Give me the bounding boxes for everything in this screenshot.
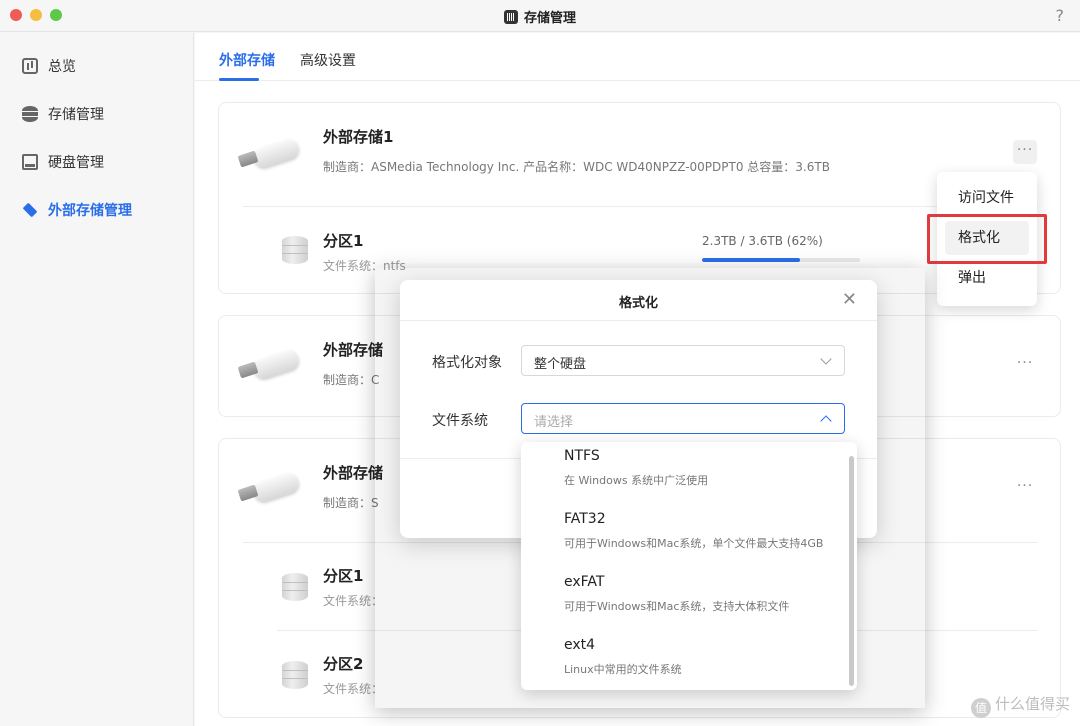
usb-drive-image xyxy=(237,470,301,504)
device-name: 外部存储1 xyxy=(323,128,394,146)
tab-external-storage[interactable]: 外部存储 xyxy=(219,50,275,70)
help-icon[interactable]: ? xyxy=(1056,6,1065,25)
chart-icon xyxy=(22,58,38,74)
partition-name: 分区1 xyxy=(323,232,364,250)
partition-disk-icon xyxy=(282,661,308,689)
device-name: 外部存储 xyxy=(323,464,384,482)
dialog-title: 格式化 xyxy=(618,296,658,311)
device-name: 外部存储 xyxy=(323,341,384,359)
tab-bar: 外部存储 高级设置 xyxy=(195,33,1080,81)
partition-filesystem: 文件系统： xyxy=(323,682,384,696)
divider xyxy=(243,206,1038,207)
more-options-button[interactable]: ··· xyxy=(1013,476,1037,500)
menu-item-eject[interactable]: 弹出 xyxy=(945,261,1029,295)
sidebar-item-disks[interactable]: 硬盘管理 xyxy=(22,150,104,174)
sidebar: 总览 存储管理 硬盘管理 外部存储管理 xyxy=(0,33,194,726)
chevron-down-icon xyxy=(820,353,832,365)
window-title: 存储管理 xyxy=(0,7,1080,26)
sidebar-item-storage[interactable]: 存储管理 xyxy=(22,102,104,126)
usb-icon xyxy=(22,202,38,218)
device-meta: 制造商：S xyxy=(323,496,379,510)
usb-drive-image xyxy=(237,347,301,381)
filesystem-option-ntfs[interactable]: NTFS 在 Windows 系统中广泛使用 xyxy=(521,442,851,505)
more-options-button[interactable]: ··· xyxy=(1013,353,1037,377)
partition-filesystem: 文件系统： xyxy=(323,594,384,608)
device-card: 外部存储1 制造商：ASMedia Technology Inc. 产品名称：W… xyxy=(218,102,1061,294)
partition-disk-icon xyxy=(282,573,308,601)
disk-icon xyxy=(22,154,38,170)
chevron-up-icon xyxy=(820,415,832,427)
format-target-label: 格式化对象 xyxy=(432,355,502,371)
partition-usage-bar xyxy=(702,258,860,262)
partition-disk-icon xyxy=(282,236,308,264)
title-bar: 存储管理 ? xyxy=(0,0,1080,32)
tab-advanced-settings[interactable]: 高级设置 xyxy=(300,50,356,70)
partition-usage-text: 2.3TB / 3.6TB (62%) xyxy=(702,234,823,248)
sidebar-item-external-storage[interactable]: 外部存储管理 xyxy=(22,198,132,222)
active-tab-indicator xyxy=(219,78,259,81)
more-options-button[interactable]: ··· xyxy=(1013,140,1037,164)
close-icon[interactable]: ✕ xyxy=(842,289,857,310)
watermark: 值什么值得买 xyxy=(970,693,1070,718)
device-meta: 制造商：C xyxy=(323,373,380,387)
filesystem-option-fat32[interactable]: FAT32 可用于Windows和Mac系统，单个文件最大支持4GB xyxy=(521,505,851,568)
highlight-annotation-box xyxy=(927,214,1047,264)
app-icon xyxy=(503,10,518,24)
usage-bar-fill xyxy=(702,258,800,262)
filesystem-label: 文件系统 xyxy=(432,413,488,429)
menu-item-open-files[interactable]: 访问文件 xyxy=(945,181,1029,215)
watermark-badge-icon: 值 xyxy=(970,698,991,718)
usb-drive-image xyxy=(237,136,301,170)
filesystem-option-ext4[interactable]: ext4 Linux中常用的文件系统 xyxy=(521,631,851,690)
filesystem-dropdown: NTFS 在 Windows 系统中广泛使用 FAT32 可用于Windows和… xyxy=(521,442,857,690)
partition-name: 分区2 xyxy=(323,655,364,673)
filesystem-option-exfat[interactable]: exFAT 可用于Windows和Mac系统，支持大体积文件 xyxy=(521,568,851,631)
dropdown-scrollbar[interactable] xyxy=(849,456,854,686)
device-meta: 制造商：ASMedia Technology Inc. 产品名称：WDC WD4… xyxy=(323,160,830,174)
divider xyxy=(400,320,877,321)
database-icon xyxy=(22,106,38,122)
format-target-select[interactable]: 整个硬盘 xyxy=(521,345,845,376)
sidebar-item-overview[interactable]: 总览 xyxy=(22,54,76,78)
partition-name: 分区1 xyxy=(323,567,364,585)
filesystem-select[interactable]: 请选择 xyxy=(521,403,845,434)
